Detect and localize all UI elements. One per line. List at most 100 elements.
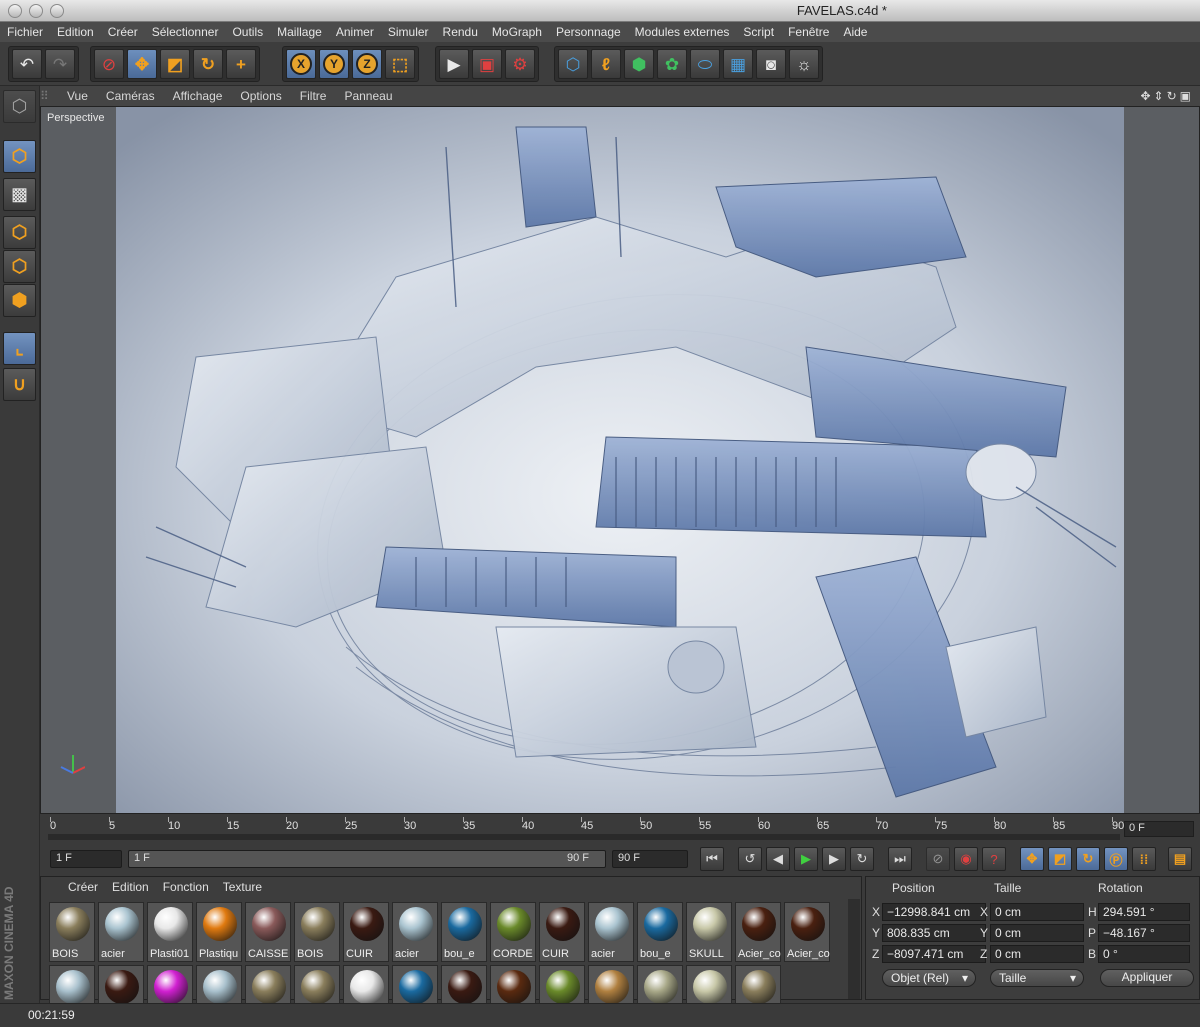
play-button[interactable]: ▶ <box>794 847 818 871</box>
render-view-button[interactable]: ▶ <box>439 49 469 79</box>
viewport-menu-item[interactable]: Filtre <box>291 89 336 103</box>
move-tool-button[interactable]: ✥ <box>127 49 157 79</box>
scale-tool-button[interactable]: ◩ <box>160 49 190 79</box>
menu-item[interactable]: Rendu <box>436 25 485 39</box>
polygons-mode-button[interactable]: ⬢ <box>3 284 36 317</box>
keyframe-selection-button[interactable]: ? <box>982 847 1006 871</box>
menu-item[interactable]: Animer <box>329 25 381 39</box>
menu-item[interactable]: Fichier <box>0 25 50 39</box>
edges-mode-button[interactable]: ⬡ <box>3 250 36 283</box>
menu-item[interactable]: Edition <box>50 25 101 39</box>
subdivision-button[interactable]: ⬢ <box>624 49 654 79</box>
model-mode-button[interactable]: ⬡ <box>3 140 36 173</box>
material-swatch[interactable]: acier <box>588 902 634 962</box>
go-to-start-button[interactable]: ⏮ <box>700 847 724 871</box>
menu-item[interactable]: MoGraph <box>485 25 549 39</box>
position-field[interactable]: 808.835 cm <box>882 924 986 942</box>
viewport-menu-item[interactable]: Panneau <box>335 89 401 103</box>
rotation-field[interactable]: 294.591 ° <box>1098 903 1190 921</box>
size-field[interactable]: 0 cm <box>990 903 1084 921</box>
menu-item[interactable]: Maillage <box>270 25 329 39</box>
material-swatch[interactable]: SKULL <box>686 902 732 962</box>
autokey-button[interactable]: ◉ <box>954 847 978 871</box>
menu-item[interactable]: Modules externes <box>628 25 737 39</box>
rotation-field[interactable]: 0 ° <box>1098 945 1190 963</box>
end-frame-field[interactable]: 90 F <box>612 850 688 868</box>
material-swatch[interactable]: CUIR <box>343 902 389 962</box>
apply-button[interactable]: Appliquer <box>1100 969 1194 987</box>
y-axis-button[interactable]: Y <box>319 49 349 79</box>
viewport-menu-item[interactable]: Vue <box>58 89 97 103</box>
light-button[interactable]: ☼ <box>789 49 819 79</box>
enable-axis-button[interactable]: ⌞ <box>3 332 36 365</box>
render-settings-button[interactable]: ⚙ <box>505 49 535 79</box>
position-field[interactable]: −12998.841 cm <box>882 903 986 921</box>
key-rotation-button[interactable]: ↻ <box>1076 847 1100 871</box>
material-menu-item[interactable]: Créer <box>61 880 105 894</box>
key-pla-button[interactable]: ⁞⁞ <box>1132 847 1156 871</box>
viewport-menu-item[interactable]: Options <box>231 89 290 103</box>
timeline-ruler[interactable]: 0 5 10 15 20 25 30 35 40 45 50 55 60 65 70 75 80 85 90 <box>40 817 1200 843</box>
menu-item[interactable]: Personnage <box>549 25 628 39</box>
size-field[interactable]: 0 cm <box>990 945 1084 963</box>
previous-key-button[interactable]: ↺ <box>738 847 762 871</box>
key-parameter-button[interactable]: Ⓟ <box>1104 847 1128 871</box>
material-swatch[interactable]: Acier_co <box>784 902 830 962</box>
viewport-menu-item[interactable]: Affichage <box>164 89 232 103</box>
last-tool-button[interactable]: + <box>226 49 256 79</box>
texture-mode-button[interactable]: ▩ <box>3 178 36 211</box>
array-button[interactable]: ✿ <box>657 49 687 79</box>
material-swatch[interactable]: acier <box>392 902 438 962</box>
menu-item[interactable]: Script <box>736 25 781 39</box>
previous-frame-button[interactable]: ◀ <box>766 847 790 871</box>
x-axis-button[interactable]: X <box>286 49 316 79</box>
menu-item[interactable]: Sélectionner <box>145 25 226 39</box>
record-keys-button[interactable]: ⊘ <box>926 847 950 871</box>
undo-button[interactable]: ↶ <box>12 49 42 79</box>
live-selection-button[interactable]: ⊘ <box>94 49 124 79</box>
z-axis-button[interactable]: Z <box>352 49 382 79</box>
spline-button[interactable]: ℓ <box>591 49 621 79</box>
deformer-button[interactable]: ⬭ <box>690 49 720 79</box>
material-swatch[interactable]: bou_e <box>441 902 487 962</box>
viewport-navigation-icons[interactable]: ✥⇕↻▣ <box>1140 89 1200 103</box>
current-frame-field[interactable]: 0 F <box>1124 821 1194 837</box>
rotation-field[interactable]: −48.167 ° <box>1098 924 1190 942</box>
camera-button[interactable]: ◙ <box>756 49 786 79</box>
timeline-button[interactable]: ▤ <box>1168 847 1192 871</box>
size-mode-dropdown[interactable]: Taille ▾ <box>990 969 1084 987</box>
scene-button[interactable]: ▦ <box>723 49 753 79</box>
material-swatch[interactable]: Plasti01 <box>147 902 193 962</box>
snap-button[interactable]: ∪ <box>3 368 36 401</box>
menu-item[interactable]: Aide <box>836 25 874 39</box>
viewport-menu-item[interactable]: Caméras <box>97 89 164 103</box>
render-picture-viewer-button[interactable]: ▣ <box>472 49 502 79</box>
menu-item[interactable]: Outils <box>225 25 270 39</box>
key-position-button[interactable]: ✥ <box>1020 847 1044 871</box>
size-field[interactable]: 0 cm <box>990 924 1084 942</box>
make-editable-button[interactable]: ⬡ <box>3 90 36 123</box>
cube-button[interactable]: ⬡ <box>558 49 588 79</box>
material-swatch[interactable]: acier <box>98 902 144 962</box>
next-frame-button[interactable]: ▶ <box>822 847 846 871</box>
next-key-button[interactable]: ↻ <box>850 847 874 871</box>
coordinate-system-button[interactable]: ⬚ <box>385 49 415 79</box>
points-mode-button[interactable]: ⬡ <box>3 216 36 249</box>
redo-button[interactable]: ↷ <box>45 49 75 79</box>
material-swatch[interactable]: Plastiqu <box>196 902 242 962</box>
material-menu-item[interactable]: Texture <box>216 880 269 894</box>
material-swatch[interactable]: BOIS <box>49 902 95 962</box>
menu-item[interactable]: Simuler <box>381 25 436 39</box>
position-field[interactable]: −8097.471 cm <box>882 945 986 963</box>
coordinate-mode-dropdown[interactable]: Objet (Rel) ▾ <box>882 969 976 987</box>
rotate-tool-button[interactable]: ↻ <box>193 49 223 79</box>
material-swatch[interactable]: CUIR <box>539 902 585 962</box>
start-frame-field[interactable]: 1 F <box>50 850 122 868</box>
material-swatch[interactable]: Acier_co <box>735 902 781 962</box>
menu-item[interactable]: Fenêtre <box>781 25 836 39</box>
material-scrollbar[interactable] <box>848 899 860 999</box>
frame-range-slider[interactable]: 1 F 90 F <box>128 850 606 868</box>
go-to-end-button[interactable]: ⏭ <box>888 847 912 871</box>
timeline-track[interactable] <box>48 834 1120 840</box>
key-scale-button[interactable]: ◩ <box>1048 847 1072 871</box>
